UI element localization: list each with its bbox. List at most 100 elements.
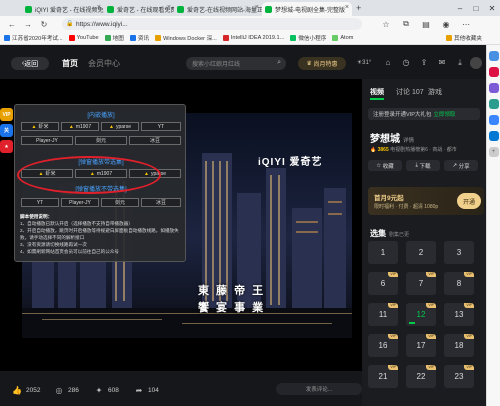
bookmark-item[interactable]: IntelliJ IDEA 2019.1... (222, 35, 284, 41)
comment-input[interactable]: 发表评论... (276, 383, 362, 395)
back-button[interactable]: ‹ 返回 (11, 57, 49, 70)
collections-icon[interactable]: ▤ (420, 18, 432, 30)
download-button[interactable]: ⤓ 下载 (406, 160, 440, 171)
browser-tab-active[interactable]: 梦想城-电视剧全集-完整版 × (262, 2, 352, 16)
profile-icon[interactable]: ◉ (440, 18, 452, 30)
maximize-icon[interactable]: □ (468, 0, 484, 16)
collect-button[interactable]: ☆ 收藏 (368, 160, 402, 171)
search-icon[interactable]: ⌕ (277, 59, 281, 67)
more-menu-icon[interactable]: ⋯ (460, 18, 472, 30)
tab-games[interactable]: 游戏 (428, 87, 442, 97)
tab-video[interactable]: 视频 (370, 87, 384, 100)
outlook-icon[interactable] (488, 131, 499, 141)
parse-button-m1907[interactable]: ▲ m1907 (61, 122, 99, 131)
popup-button-bingdou[interactable]: 冰豆 (141, 198, 181, 207)
close-tab-icon[interactable]: × (167, 4, 171, 11)
add-sidebar-icon[interactable]: + (488, 147, 499, 157)
episode-button-current[interactable]: 12 VIP (406, 303, 436, 326)
episode-button[interactable]: 18 VIP (444, 334, 474, 357)
show-detail-link[interactable]: 详情 (403, 138, 414, 144)
extensions-icon[interactable]: ⧉ (400, 18, 412, 30)
bookmark-item[interactable]: 微信小程序 (290, 34, 326, 42)
favorites-star-icon[interactable]: ☆ (380, 18, 392, 30)
episode-number: 17 (416, 341, 426, 350)
minimize-icon[interactable]: – (452, 0, 468, 16)
search-input[interactable]: 搜索小红娘月红线 ⌕ (186, 57, 286, 70)
back-arrow-icon[interactable]: ← (6, 18, 18, 30)
games-icon[interactable] (488, 99, 499, 109)
star-badge[interactable]: ★ (0, 140, 13, 153)
bookmark-item[interactable]: 地图 (104, 34, 124, 42)
search-sidebar-icon[interactable] (488, 51, 499, 61)
bookmark-item[interactable]: Atom (332, 35, 353, 41)
other-bookmarks[interactable]: 其他收藏夹 (446, 34, 482, 42)
like-stat[interactable]: 👍 2052 (12, 385, 40, 395)
parse-button-yparse[interactable]: ▲ yparse (101, 122, 139, 131)
bookmarks-bar: 江苏省2020年考试... YouTube 地图 资讯 Windows Dock… (0, 32, 500, 45)
section-inline-play-title: [内嵌播放] (87, 113, 115, 119)
nav-member-center[interactable]: 会员中心 (88, 58, 120, 69)
nav-home[interactable]: 首页 (62, 58, 78, 69)
episode-button[interactable]: 6 VIP (368, 272, 398, 295)
browser-tab[interactable]: 爱奇艺-在线视频网站-海量正版 × (174, 2, 262, 16)
now-playing-icon (409, 320, 415, 324)
tab-discussion[interactable]: 讨论 107 (396, 87, 424, 97)
browser-tab[interactable]: iQIYI 爱奇艺 - 在线视频免费正版 × (22, 2, 104, 16)
tools-icon[interactable] (488, 83, 499, 93)
refresh-icon[interactable]: ↻ (38, 18, 50, 30)
vip-gift-banner[interactable]: 注册登录开通VIP大礼包 立即领取 (368, 108, 480, 120)
download-app-icon[interactable]: ⤓ (454, 57, 466, 69)
episode-button[interactable]: 21 VIP (368, 365, 398, 388)
fire-icon: 🔥 (370, 147, 377, 153)
bookmark-item[interactable]: YouTube (68, 35, 99, 41)
close-tab-icon[interactable]: × (255, 4, 259, 11)
parse-button-xiami[interactable]: ▲ 虾米 (21, 122, 59, 131)
close-tab-icon[interactable]: × (97, 4, 101, 11)
parse-button-jianyuan[interactable]: 剑元 (75, 136, 127, 145)
vip-tag: VIP (464, 365, 474, 370)
bookmark-item[interactable]: Windows Docker 深... (155, 34, 217, 42)
parse-button-player-jy[interactable]: Player-JY (21, 136, 73, 145)
new-tab-icon[interactable]: + (356, 3, 361, 13)
forward-arrow-icon[interactable]: → (22, 18, 34, 30)
popup-button-player-jy[interactable]: Player-JY (61, 198, 99, 207)
popup-button-yt[interactable]: YT (21, 198, 59, 207)
vip-side-badges: VIP 关 ★ (0, 108, 14, 156)
shopping-icon[interactable] (488, 67, 499, 77)
share-button[interactable]: ↗ 分享 (444, 160, 478, 171)
episode-button[interactable]: 1 (368, 241, 398, 264)
episode-button[interactable]: 7 VIP (406, 272, 436, 295)
vip-badge[interactable]: VIP (0, 108, 13, 121)
parse-button-yt[interactable]: YT (141, 122, 181, 131)
episode-button[interactable]: 22 VIP (406, 365, 436, 388)
parse-button-bingdou[interactable]: 冰豆 (129, 136, 181, 145)
history-icon[interactable]: ◷ (400, 57, 412, 69)
close-badge[interactable]: 关 (0, 124, 13, 137)
vip-offer-button[interactable]: ♛ 尚月特惠 (298, 57, 346, 70)
episode-button[interactable]: 17 VIP (406, 334, 436, 357)
avatar[interactable] (470, 57, 482, 69)
popup-button-jianyuan[interactable]: 剑元 (101, 198, 139, 207)
promo-open-button[interactable]: 开通 (457, 193, 481, 209)
close-tab-icon[interactable]: × (345, 4, 349, 11)
vip-tag: VIP (388, 334, 398, 339)
share-stat[interactable]: ✦ 608 (94, 385, 119, 395)
message-icon[interactable]: ✉ (436, 57, 448, 69)
gamepad-icon[interactable]: ⌂ (382, 57, 394, 69)
episode-button[interactable]: 13 VIP (444, 303, 474, 326)
office-icon[interactable] (488, 115, 499, 125)
episode-button[interactable]: 16 VIP (368, 334, 398, 357)
browser-tab[interactable]: 爱奇艺 - 在线观看免费正版 × (104, 2, 174, 16)
episode-button[interactable]: 3 (444, 241, 474, 264)
episode-button[interactable]: 11 VIP (368, 303, 398, 326)
bookmark-item[interactable]: 江苏省2020年考试... (4, 34, 63, 42)
close-window-icon[interactable]: ✕ (484, 0, 500, 16)
bookmark-item[interactable]: 资讯 (129, 34, 149, 42)
forward-stat[interactable]: ➦ 104 (134, 385, 159, 395)
episode-button[interactable]: 23 VIP (444, 365, 474, 388)
url-field[interactable]: 🔒 https://www.iqiyi... (62, 18, 362, 30)
comment-stat[interactable]: ◎ 286 (54, 385, 79, 395)
episode-button[interactable]: 8 VIP (444, 272, 474, 295)
episode-button[interactable]: 2 (406, 241, 436, 264)
upload-icon[interactable]: ⇪ (418, 57, 430, 69)
